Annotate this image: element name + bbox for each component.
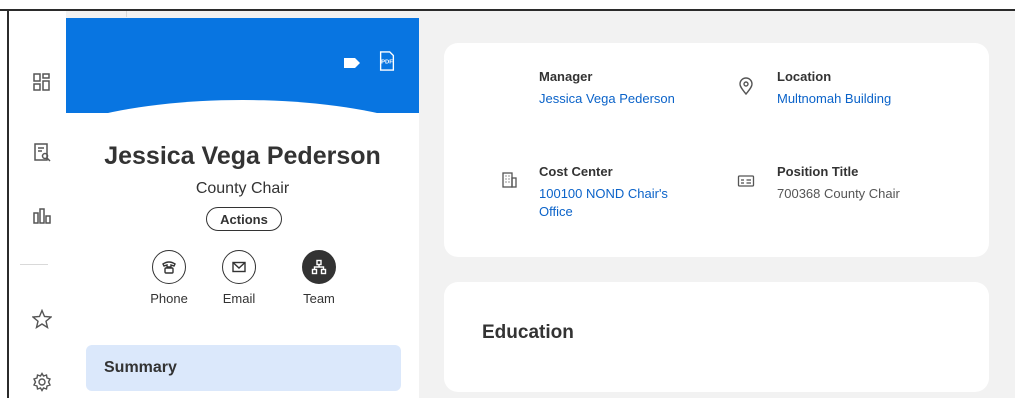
position-title-field: Position Title 700368 County Chair <box>777 164 900 203</box>
education-heading: Education <box>482 322 574 343</box>
position-title-label: Position Title <box>777 164 859 179</box>
phone-action[interactable]: Phone <box>139 250 199 306</box>
gear-icon[interactable] <box>31 371 53 393</box>
phone-icon[interactable] <box>152 250 186 284</box>
profile-header-banner <box>66 18 419 113</box>
email-action[interactable]: Email <box>209 250 269 306</box>
location-field: Location Multnomah Building <box>777 69 891 108</box>
chart-icon[interactable] <box>31 204 53 226</box>
building-icon <box>499 170 519 190</box>
team-label: Team <box>303 291 335 306</box>
worker-profile-panel: PDF Jessica Vega Pederson County Chair A… <box>66 18 419 398</box>
cost-center-label: Cost Center <box>539 164 613 179</box>
phone-label: Phone <box>150 291 188 306</box>
left-nav-rail <box>9 11 66 398</box>
worker-job-title: County Chair <box>195 180 290 197</box>
cost-center-field: Cost Center 100100 NOND Chair's Office <box>539 164 668 221</box>
team-icon[interactable] <box>302 250 336 284</box>
manager-field: Manager Jessica Vega Pederson <box>539 69 675 108</box>
report-icon[interactable] <box>31 141 53 163</box>
location-pin-icon <box>736 76 756 96</box>
location-link[interactable]: Multnomah Building <box>777 90 891 108</box>
manager-link[interactable]: Jessica Vega Pederson <box>539 90 675 108</box>
email-label: Email <box>222 291 256 306</box>
rail-edge <box>126 11 127 17</box>
worker-name: Jessica Vega Pederson <box>104 142 381 170</box>
location-label: Location <box>777 69 832 84</box>
job-details-card: Manager Jessica Vega Pederson Location M… <box>444 43 989 257</box>
tag-icon[interactable] <box>341 52 363 74</box>
rail-divider <box>20 264 48 265</box>
id-card-icon <box>736 171 756 191</box>
star-icon[interactable] <box>31 308 53 330</box>
dashboard-icon[interactable] <box>31 71 53 93</box>
education-card: Education <box>444 282 989 392</box>
pdf-icon[interactable]: PDF <box>376 50 398 72</box>
position-title-value: 700368 County Chair <box>777 186 900 201</box>
email-icon[interactable] <box>222 250 256 284</box>
cost-center-value-line2: Office <box>539 204 573 219</box>
tab-summary[interactable]: Summary <box>86 345 401 391</box>
manager-label: Manager <box>539 69 593 84</box>
team-action[interactable]: Team <box>289 250 349 306</box>
actions-button[interactable]: Actions <box>206 207 282 231</box>
cost-center-value-line1: 100100 NOND Chair's <box>539 186 668 201</box>
cost-center-link[interactable]: 100100 NOND Chair's Office <box>539 185 668 221</box>
pdf-label: PDF <box>381 60 393 66</box>
